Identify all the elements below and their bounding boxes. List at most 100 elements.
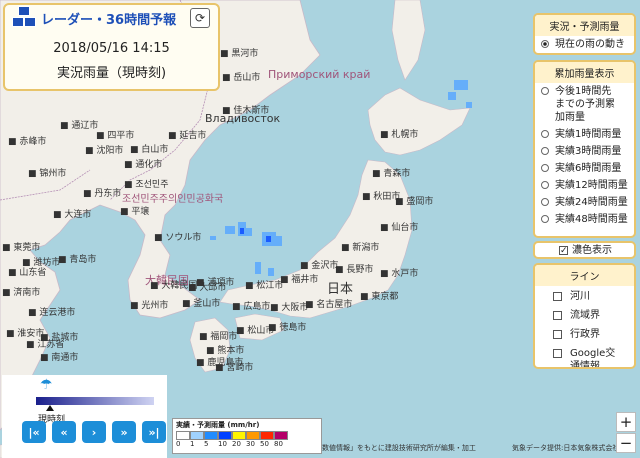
last-frame-button[interactable]: »| [142,421,166,443]
radio-actual-24h[interactable]: 実績24時間雨量 [535,194,634,211]
line-basin[interactable]: 流域界 [535,305,634,324]
checkbox[interactable] [553,311,562,320]
refresh-button[interactable]: ⟳ [190,8,210,28]
lines-heading: ライン [535,265,634,286]
slider-handle-icon[interactable] [46,405,54,411]
radio-actual-6h[interactable]: 実績6時間雨量 [535,160,634,177]
radio-button[interactable] [541,198,549,206]
line-traffic[interactable]: Google交通情報 [535,343,634,369]
city-label: ■ 光州市 [130,301,169,311]
legend-swatch [246,431,260,440]
city-label: ■ 長野市 [335,265,374,275]
city-label: ■ 福岡市 [199,332,238,342]
city-label: ■ 佳木斯市 [222,106,270,116]
timeline-slider[interactable] [36,397,154,405]
region-label-dprk: 조선민주주의인민공화국 [122,194,224,205]
line-river[interactable]: 河川 [535,286,634,305]
radio-actual-3h[interactable]: 実績3時間雨量 [535,143,634,160]
refresh-icon: ⟳ [194,11,206,25]
prev-fast-button[interactable]: « [52,421,76,443]
city-label: ■ 東莞市 [2,243,41,253]
radio-button[interactable] [541,215,549,223]
legend-tick: 30 [246,440,255,448]
radio-button[interactable] [541,147,549,155]
line-admin[interactable]: 行政界 [535,324,634,343]
radio-forecast-1h[interactable]: 今後1時間先までの予測累加雨量 [535,83,634,126]
radio-actual-1h[interactable]: 実績1時間雨量 [535,126,634,143]
legend-swatches [176,431,321,440]
radio-label: 実績1時間雨量 [555,129,622,140]
city-label: ■ 金沢市 [300,261,339,271]
radio-label: 今後1時間先までの予測累加雨量 [555,86,615,123]
legend-swatch [260,431,274,440]
line-label: 行政界 [570,329,600,340]
minus-icon: − [619,434,633,452]
skip-last-icon: »| [148,425,160,439]
first-frame-button[interactable]: |« [22,421,46,443]
checkbox[interactable] [553,330,562,339]
radio-label: 実績12時間雨量 [555,180,628,191]
credit-left[interactable]: 数値情報」をもとに建設技術研究所が編集・加工 [322,443,476,453]
line-label: 河川 [570,291,590,302]
city-label: ■ 東京都 [360,292,399,302]
legend-tick: 1 [190,440,195,448]
checkbox[interactable] [553,292,562,301]
city-label: ■ 新潟市 [341,243,380,253]
credit-right: 気象データ提供:日本気象株式会社 [512,444,620,452]
shade-toggle[interactable]: 濃色表示 [535,243,634,257]
title-panel: レーダー・36時間予報 ⟳ 2018/05/16 14:15 実況雨量（現時刻) [3,3,220,91]
city-label: ■ 通化市 [124,160,163,170]
radio-current-movement[interactable]: 現在の雨の動き [535,36,634,53]
radio-actual-48h[interactable]: 実績48時間雨量 [535,211,634,228]
city-label: ■ 釜山市 [182,299,221,309]
line-label: 流域界 [570,310,600,321]
shade-checkbox[interactable] [559,246,568,255]
plus-icon: + [619,413,633,431]
datetime-label: 2018/05/16 14:15 [53,41,170,56]
play-button[interactable]: › [82,421,106,443]
legend-tick: 50 [260,440,269,448]
play-icon: › [91,425,97,439]
app-title: レーダー・36時間予報 [41,12,177,28]
radio-button[interactable] [541,181,549,189]
checkbox[interactable] [553,349,562,358]
current-rain-panel: 実況・予測雨量 現在の雨の動き [533,13,636,55]
zoom-in-button[interactable]: + [616,412,636,432]
legend-tick: 80 [274,440,283,448]
line-label: Google交通情報 [570,348,616,369]
radio-button[interactable] [541,164,549,172]
region-label-primorsky: Приморский край [268,68,371,81]
city-label: ■ 盛岡市 [395,197,434,207]
city-label: ■ 赤峰市 [8,137,47,147]
radio-actual-12h[interactable]: 実績12時間雨量 [535,177,634,194]
city-label: ■ 名古屋市 [305,300,353,310]
legend-swatch [218,431,232,440]
next-fast-button[interactable]: » [112,421,136,443]
city-label: ■ 青森市 [372,169,411,179]
city-label: ■ 鹿児島市 [196,358,244,368]
city-label: ■ 山东省 [8,268,47,278]
shade-label: 濃色表示 [572,245,612,256]
double-left-icon: « [60,425,68,439]
accum-rain-panel: 累加雨量表示 今後1時間先までの予測累加雨量 実績1時間雨量 実績3時間雨量 実… [533,60,636,238]
radio-button[interactable] [541,130,549,138]
city-label: ■ 平壌 [120,207,150,217]
region-label-japan: 日本 [327,282,354,297]
legend-swatch [274,431,288,440]
radio-label: 実績3時間雨量 [555,146,622,157]
accum-rain-heading: 累加雨量表示 [535,62,634,83]
zoom-out-button[interactable]: − [616,433,636,453]
city-label: ■ 大连市 [53,210,92,220]
city-label: ■ 江苏省 [26,340,65,350]
radio-label: 現在の雨の動き [555,39,625,50]
radio-button[interactable] [541,87,549,95]
city-label: ■ 连云港市 [28,308,76,318]
city-label: ■ 四平市 [96,131,135,141]
city-label: ■ 松江市 [245,281,284,291]
radio-button[interactable] [541,40,549,48]
city-label: ■ 南通市 [40,353,79,363]
city-label: ■ 仙台市 [380,223,419,233]
shade-panel: 濃色表示 [533,241,636,259]
city-label: ■ 松山市 [236,326,275,336]
radio-label: 実績6時間雨量 [555,163,622,174]
